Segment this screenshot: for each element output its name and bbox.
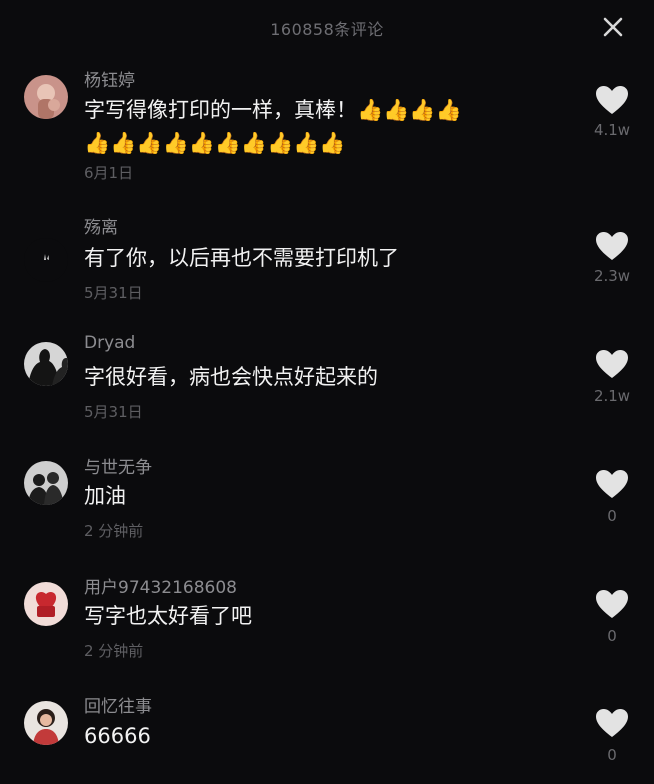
comment-text: 加油 [84, 480, 554, 513]
comment-text-line: 字写得像打印的一样，真棒！👍👍👍👍 [84, 98, 462, 122]
comment-username[interactable]: 用户97432168608 [84, 573, 237, 598]
like-count: 4.1w [593, 121, 631, 139]
like-button[interactable] [594, 707, 630, 739]
comment-text-line: 66666 [84, 724, 151, 748]
like-count: 0 [607, 627, 617, 645]
avatar[interactable] [24, 238, 68, 282]
close-icon [603, 17, 623, 37]
like-button[interactable] [594, 230, 630, 262]
comment-text-line: 👍👍👍👍👍👍👍👍👍👍 [84, 131, 346, 155]
comment-username[interactable]: 与世无争 [84, 453, 152, 478]
comment-count-title: 160858条评论 [270, 20, 384, 39]
close-button[interactable] [600, 14, 626, 40]
heart-icon [596, 590, 628, 618]
comment-text: 66666 [84, 720, 554, 753]
comment-text-line: 写字也太好看了吧 [84, 604, 252, 628]
heart-icon [596, 86, 628, 114]
comment-username[interactable]: 回忆往事 [84, 692, 152, 717]
comment-text-line: 有了你，以后再也不需要打印机了 [84, 246, 399, 270]
avatar[interactable] [24, 75, 68, 119]
comment-text: 有了你，以后再也不需要打印机了 [84, 242, 554, 275]
avatar[interactable] [24, 701, 68, 745]
comment-username[interactable]: 殇离 [84, 213, 118, 238]
comment-text: 字很好看，病也会快点好起来的 [84, 361, 554, 394]
like-count: 0 [607, 746, 617, 764]
like-button[interactable] [594, 468, 630, 500]
comment-timestamp: 2 分钟前 [84, 642, 144, 660]
heart-icon [596, 709, 628, 737]
heart-icon [596, 350, 628, 378]
avatar[interactable] [24, 342, 68, 386]
comments-header: 160858条评论 [0, 0, 654, 54]
like-count: 0 [607, 507, 617, 525]
comment-text-line: 字很好看，病也会快点好起来的 [84, 365, 378, 389]
comment-username[interactable]: Dryad [84, 333, 135, 353]
comment-timestamp: 2 分钟前 [84, 522, 144, 540]
heart-icon [596, 470, 628, 498]
comment-text: 字写得像打印的一样，真棒！👍👍👍👍 👍👍👍👍👍👍👍👍👍👍 [84, 94, 554, 160]
like-count: 2.3w [593, 267, 631, 285]
comment-text: 写字也太好看了吧 [84, 600, 554, 633]
comment-username[interactable]: 杨钰婷 [84, 66, 135, 91]
avatar[interactable] [24, 582, 68, 626]
like-button[interactable] [594, 348, 630, 380]
like-button[interactable] [594, 588, 630, 620]
comment-text-line: 加油 [84, 484, 126, 508]
like-count: 2.1w [593, 387, 631, 405]
avatar[interactable] [24, 461, 68, 505]
heart-icon [596, 232, 628, 260]
comment-timestamp: 6月1日 [84, 164, 134, 182]
comment-timestamp: 5月31日 [84, 403, 143, 421]
like-button[interactable] [594, 84, 630, 116]
comment-timestamp: 5月31日 [84, 284, 143, 302]
